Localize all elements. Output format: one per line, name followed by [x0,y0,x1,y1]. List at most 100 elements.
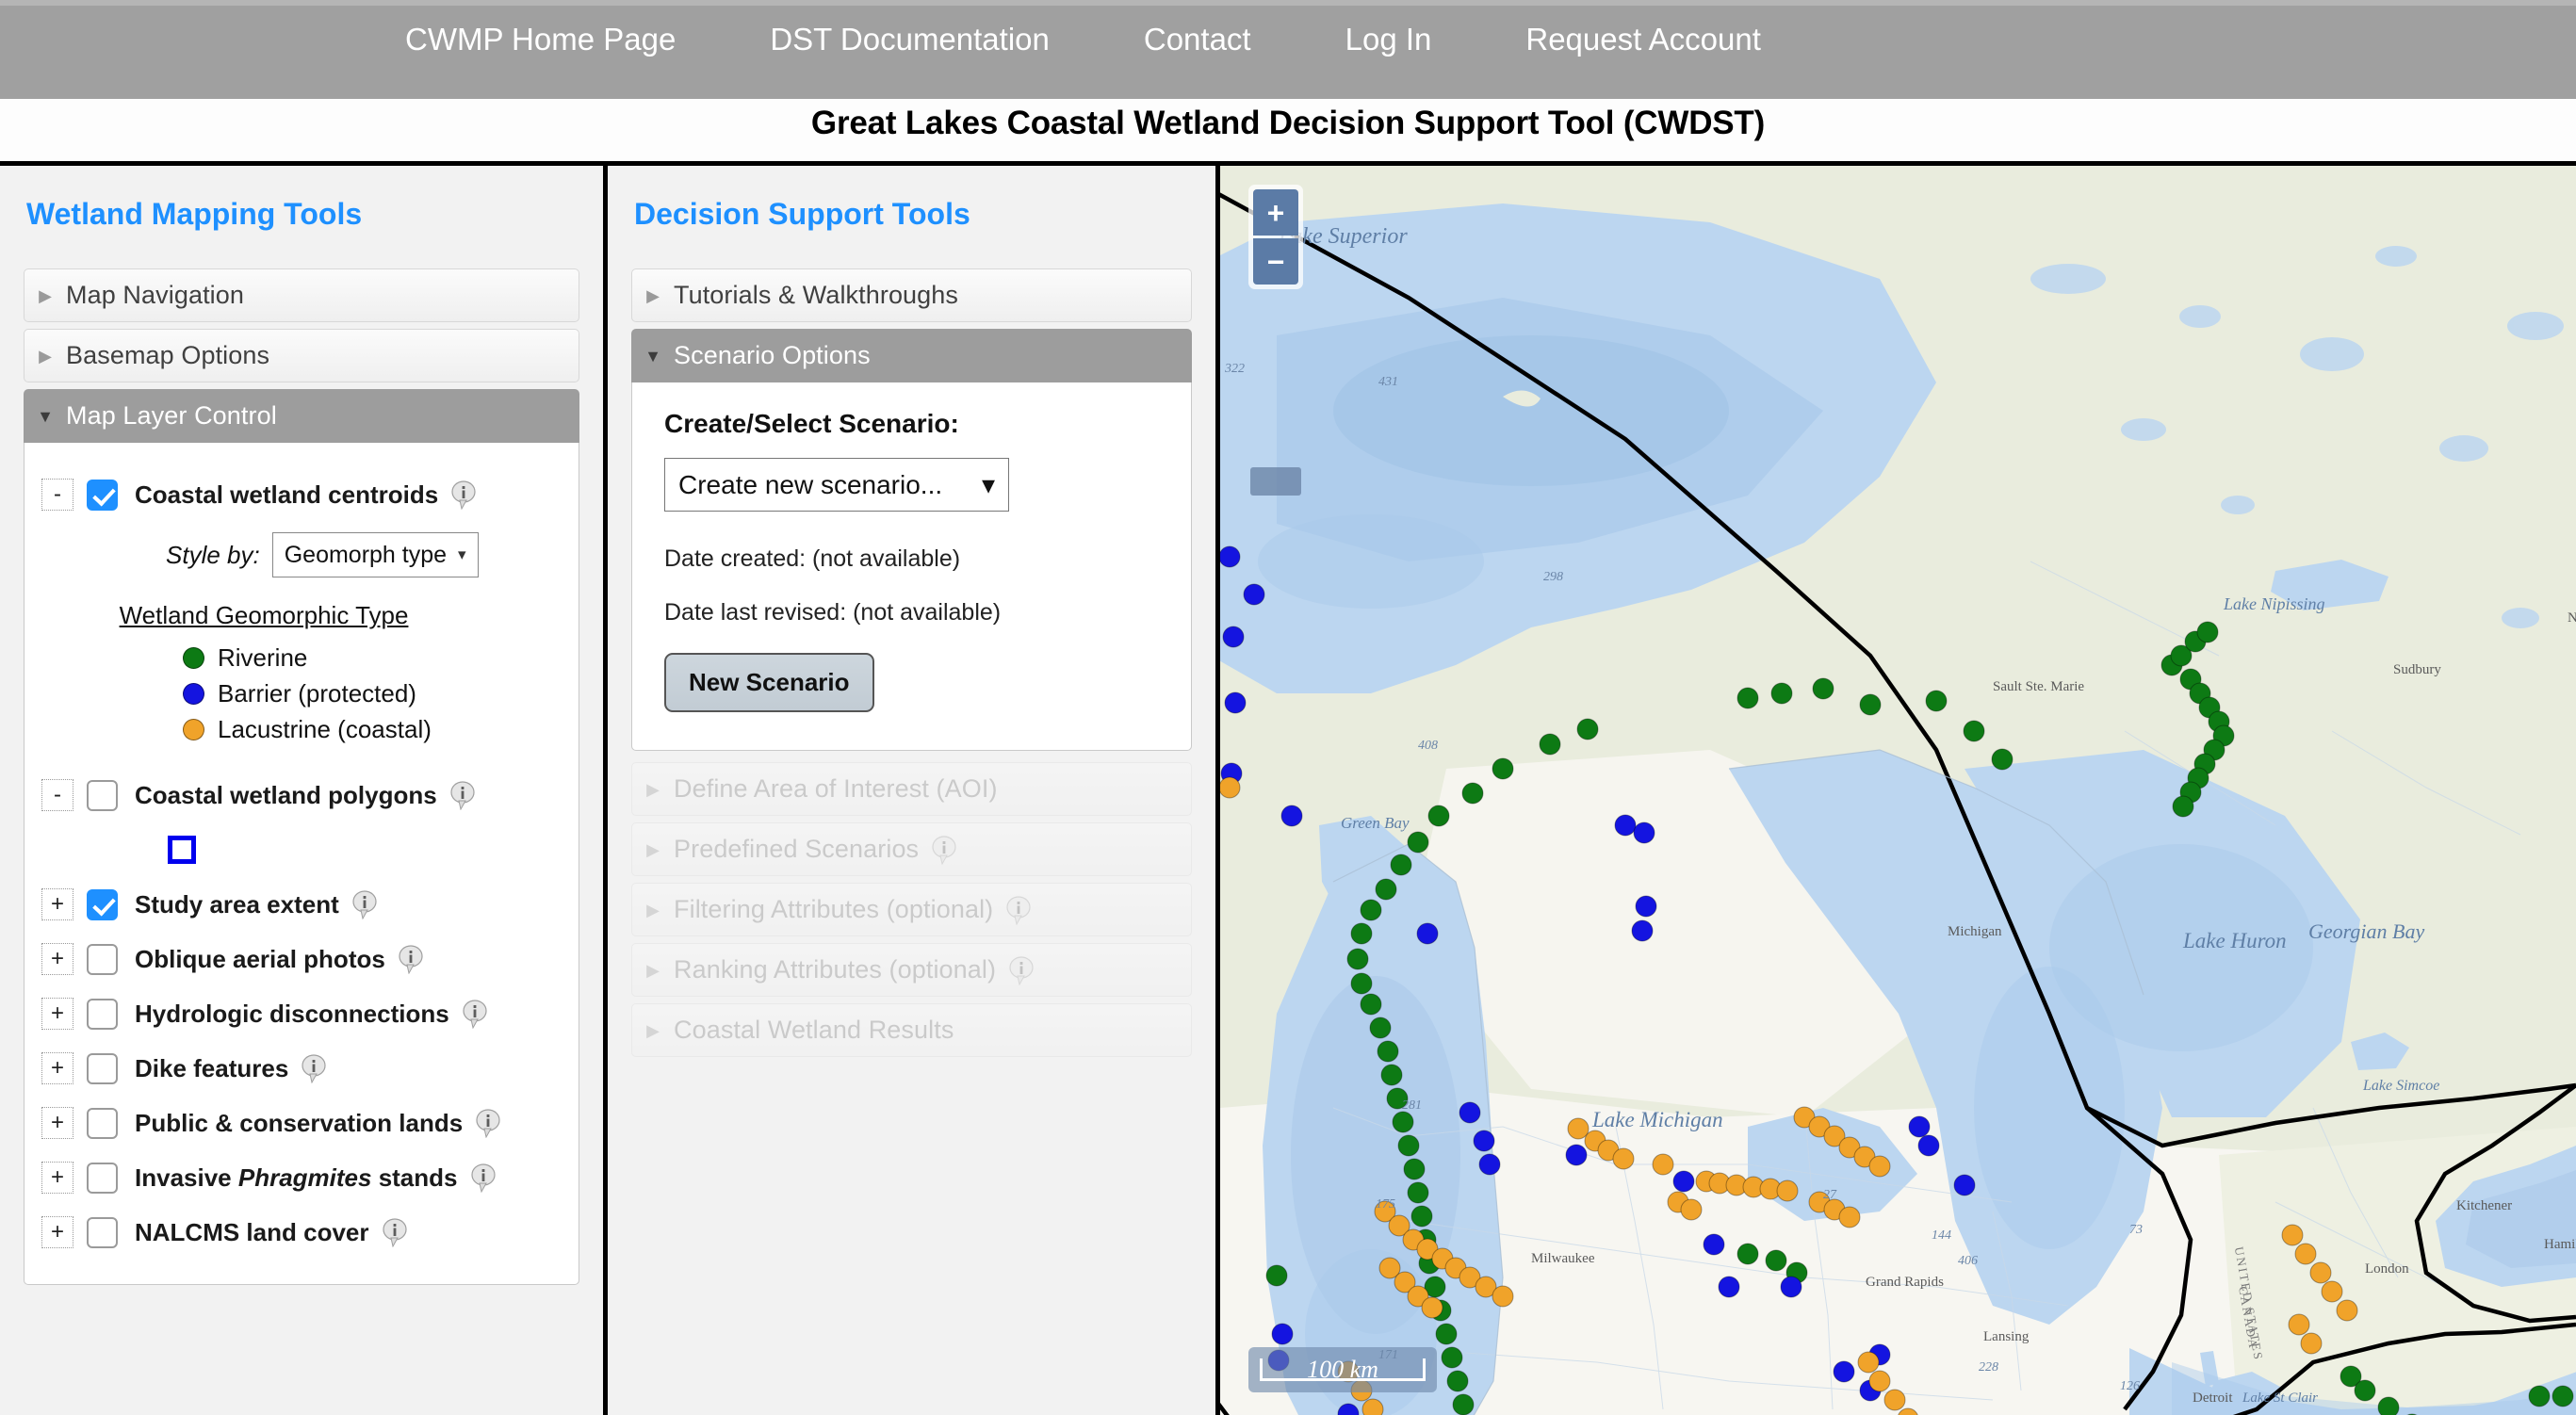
wetland-centroid-point[interactable] [1360,899,1382,921]
wetland-centroid-point[interactable] [1833,1360,1855,1383]
nav-item-contact[interactable]: Contact [1144,19,1251,60]
wetland-centroid-point[interactable] [1222,626,1245,648]
info-icon[interactable] [300,1053,328,1083]
wetland-centroid-point[interactable] [1925,690,1948,712]
wetland-centroid-point[interactable] [1375,878,1397,901]
wetland-centroid-point[interactable] [1386,1087,1409,1110]
wetland-centroid-point[interactable] [1380,1064,1403,1086]
checkbox-hydrologic-disconnections[interactable] [87,998,118,1030]
checkbox-oblique-aerial-photos[interactable] [87,943,118,975]
wetland-centroid-point[interactable] [1614,814,1637,837]
map-attribution-box[interactable] [1250,467,1301,496]
wetland-centroid-point[interactable] [1441,1346,1463,1369]
zoom-out-button[interactable]: − [1253,238,1298,285]
wetland-centroid-point[interactable] [1243,583,1265,606]
wetland-centroid-point[interactable] [1265,1264,1288,1287]
checkbox-coastal-wetland-centroids[interactable] [87,479,118,511]
wetland-centroid-point[interactable] [1407,831,1429,854]
wetland-centroid-point[interactable] [1565,1144,1588,1166]
expander-toggle-oblique-photos[interactable]: + [41,943,73,975]
wetland-centroid-point[interactable] [2172,795,2194,818]
wetland-centroid-point[interactable] [1392,1111,1414,1133]
wetland-centroid-point[interactable] [1991,748,2014,771]
wetland-centroid-point[interactable] [1765,1249,1787,1272]
info-icon[interactable] [381,1217,409,1247]
wetland-centroid-point[interactable] [1770,682,1793,705]
style-by-select[interactable]: Geomorph type ▾ [271,532,479,577]
wetland-centroid-point[interactable] [1410,1205,1433,1228]
checkbox-coastal-wetland-polygons[interactable] [87,779,118,811]
wetland-centroid-point[interactable] [1473,1130,1495,1152]
wetland-centroid-point[interactable] [2321,1280,2343,1303]
info-icon[interactable] [397,944,425,974]
wetland-centroid-point[interactable] [1576,718,1599,740]
wetland-centroid-point[interactable] [1478,1153,1501,1176]
wetland-centroid-point[interactable] [1868,1370,1891,1392]
scenario-select[interactable]: Create new scenario... ▾ [664,458,1009,512]
wetland-centroid-point[interactable] [1680,1198,1703,1221]
wetland-centroid-point[interactable] [2528,1385,2551,1407]
wetland-centroid-point[interactable] [1812,677,1834,700]
wetland-centroid-point[interactable] [1271,1323,1294,1345]
wetland-centroid-point[interactable] [1361,1398,1384,1415]
wetland-centroid-point[interactable] [2309,1261,2332,1284]
info-icon[interactable] [448,780,477,810]
checkbox-study-area-extent[interactable] [87,888,118,920]
map-zoom-controls[interactable]: + − [1248,185,1303,289]
accordion-basemap-options[interactable]: ▶ Basemap Options [24,329,579,382]
wetland-centroid-point[interactable] [1369,1017,1392,1039]
wetland-centroid-point[interactable] [1857,1351,1880,1374]
expander-toggle-study-area[interactable]: + [41,888,73,920]
nav-item-dst-documentation[interactable]: DST Documentation [770,19,1050,60]
expander-toggle-public-lands[interactable]: + [41,1107,73,1139]
expander-toggle-dike-features[interactable]: + [41,1052,73,1084]
wetland-centroid-point[interactable] [1446,1370,1469,1392]
expander-toggle-nalcms[interactable]: + [41,1216,73,1248]
checkbox-public-conservation-lands[interactable] [87,1107,118,1139]
checkbox-nalcms-land-cover[interactable] [87,1216,118,1248]
wetland-centroid-point[interactable] [1403,1158,1426,1180]
wetland-centroid-point[interactable] [1736,687,1759,709]
expander-toggle-polygons[interactable]: - [41,779,73,811]
wetland-centroid-point[interactable] [2288,1313,2310,1336]
wetland-centroid-point[interactable] [2294,1243,2317,1265]
info-icon[interactable] [469,1163,497,1193]
wetland-centroid-point[interactable] [1407,1181,1429,1204]
wetland-centroid-point[interactable] [1838,1206,1861,1228]
wetland-centroid-point[interactable] [1224,691,1247,714]
checkbox-invasive-phragmites-stands[interactable] [87,1162,118,1194]
wetland-centroid-point[interactable] [1350,922,1373,945]
info-icon[interactable] [461,999,489,1029]
wetland-centroid-point[interactable] [1220,776,1241,799]
wetland-centroid-point[interactable] [1703,1233,1725,1256]
wetland-centroid-point[interactable] [1427,805,1450,827]
wetland-centroid-point[interactable] [1350,972,1373,995]
accordion-tutorials-walkthroughs[interactable]: ▶ Tutorials & Walkthroughs [631,268,1192,322]
wetland-centroid-point[interactable] [1718,1276,1740,1298]
wetland-centroid-point[interactable] [1220,545,1241,568]
wetland-centroid-point[interactable] [1461,782,1484,805]
info-icon[interactable] [351,889,379,919]
wetland-centroid-point[interactable] [1612,1147,1635,1170]
wetland-centroid-point[interactable] [1780,1276,1802,1298]
wetland-centroid-point[interactable] [1280,805,1303,827]
accordion-map-layer-control[interactable]: ▼ Map Layer Control [24,389,579,443]
wetland-centroid-point[interactable] [1492,1285,1514,1308]
wetland-centroid-point[interactable] [1397,1134,1420,1157]
info-icon[interactable] [474,1108,502,1138]
new-scenario-button[interactable]: New Scenario [664,653,874,712]
zoom-in-button[interactable]: + [1253,189,1298,236]
wetland-centroid-point[interactable] [1917,1134,1940,1157]
wetland-centroid-point[interactable] [1416,922,1439,945]
wetland-centroid-point[interactable] [2281,1224,2304,1246]
wetland-centroid-point[interactable] [1435,1323,1458,1345]
expander-toggle-phragmites[interactable]: + [41,1162,73,1194]
wetland-centroid-point[interactable] [2377,1396,2400,1415]
wetland-centroid-point[interactable] [1859,693,1882,716]
wetland-centroid-point[interactable] [1908,1115,1931,1138]
wetland-centroid-point[interactable] [1953,1174,1976,1196]
checkbox-dike-features[interactable] [87,1052,118,1084]
wetland-centroid-point[interactable] [1883,1389,1906,1411]
wetland-centroid-point[interactable] [2300,1332,2323,1355]
wetland-centroid-point[interactable] [2354,1379,2376,1402]
